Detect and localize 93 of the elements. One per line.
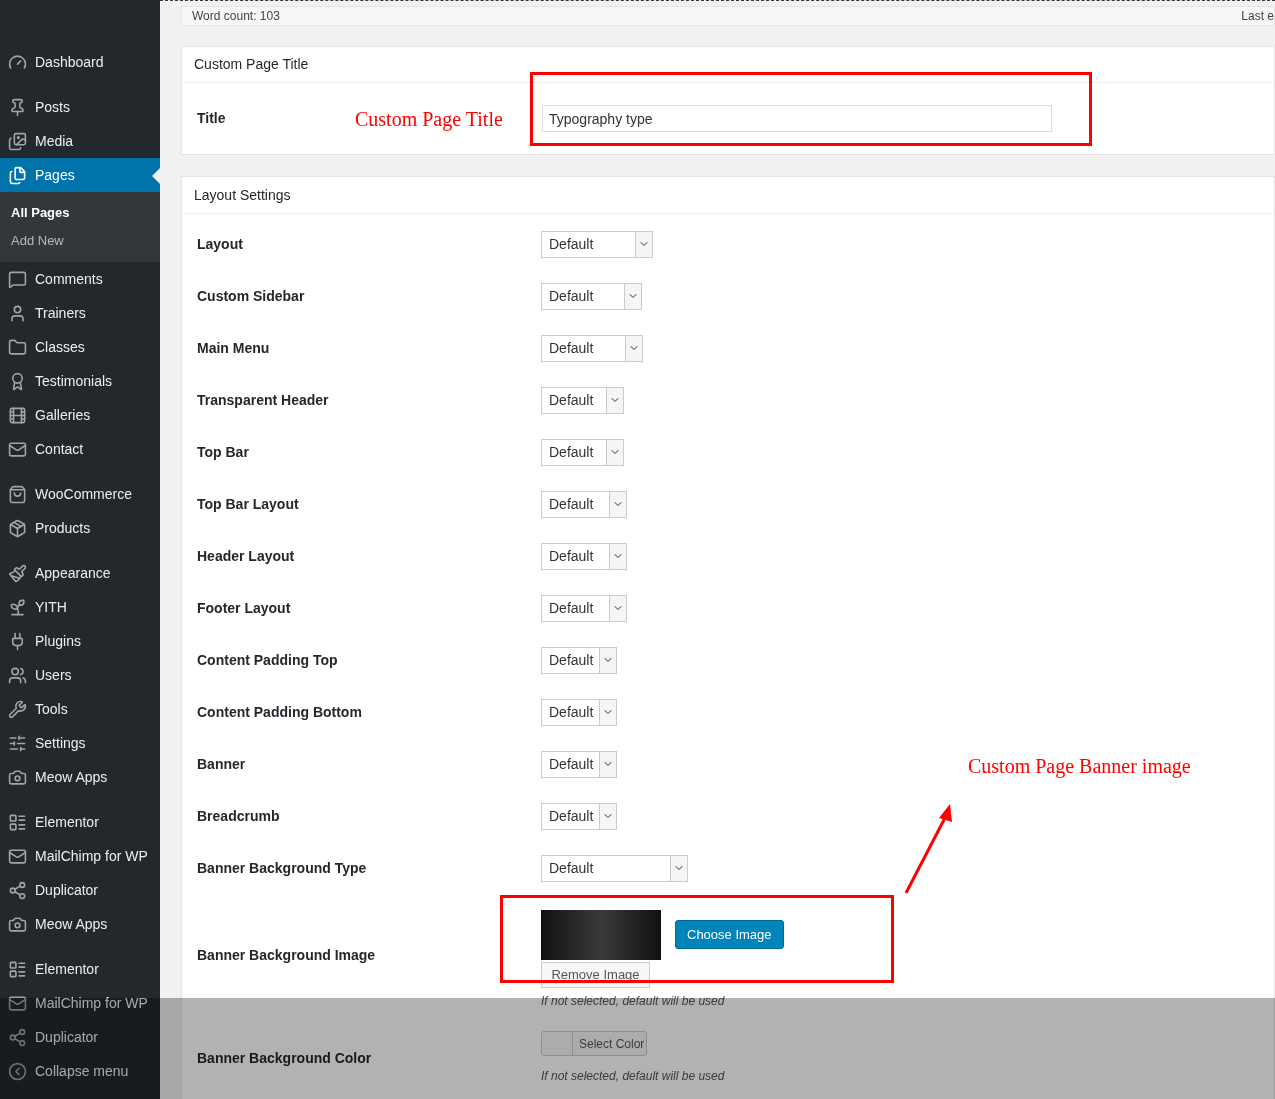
sidebar-item[interactable]: Meow Apps xyxy=(0,760,160,794)
sidebar-item[interactable]: Settings xyxy=(0,726,160,760)
title-input[interactable]: Typography type xyxy=(542,105,1052,132)
select-field[interactable]: Default xyxy=(541,230,653,258)
sidebar-item[interactable]: Classes xyxy=(0,330,160,364)
select-field[interactable]: Default xyxy=(541,490,627,518)
hint-text: If not selected, default will be used xyxy=(541,992,726,1010)
field-label: Banner Background Color xyxy=(196,1048,373,1068)
sidebar-item[interactable]: Pages xyxy=(0,158,160,192)
sidebar-item[interactable]: Comments xyxy=(0,262,160,296)
select-field[interactable]: Default xyxy=(541,542,627,570)
hint-text: If not selected, default will be used xyxy=(541,1068,725,1085)
word-count: Word count: 103 xyxy=(192,8,280,25)
select-field[interactable]: Default xyxy=(541,386,624,414)
share-icon xyxy=(8,880,27,900)
submenu-item[interactable]: All Pages xyxy=(0,199,160,227)
sidebar-item[interactable]: Products xyxy=(0,511,160,545)
mail-icon xyxy=(8,993,27,1013)
metabox-title: Layout Settings xyxy=(182,177,1274,214)
wrench-icon xyxy=(8,699,27,719)
sidebar-item[interactable]: Trainers xyxy=(0,296,160,330)
field-label: Footer Layout xyxy=(196,598,292,618)
field-label: Custom Sidebar xyxy=(196,286,306,306)
sidebar-item[interactable]: Posts xyxy=(0,90,160,124)
media-icon xyxy=(8,131,27,151)
sidebar-item[interactable]: Media xyxy=(0,124,160,158)
annotation-label: Custom Page Banner image xyxy=(968,754,1191,780)
mail-icon xyxy=(8,439,27,459)
pages-icon xyxy=(8,165,27,185)
person-icon xyxy=(8,665,27,685)
sidebar-item[interactable]: Contact xyxy=(0,432,160,466)
select-field[interactable]: Default xyxy=(541,334,643,362)
field-label: Content Padding Bottom xyxy=(196,702,363,722)
sidebar-item[interactable]: Duplicator xyxy=(0,873,160,907)
select-field[interactable]: Default xyxy=(541,854,688,882)
sidebar-item[interactable]: Elementor xyxy=(0,952,160,986)
field-label: Header Layout xyxy=(196,546,296,566)
sidebar-item[interactable]: Dashboard xyxy=(0,45,160,79)
field-label: Transparent Header xyxy=(196,390,330,410)
pointer-icon xyxy=(152,168,160,184)
metabox-title: Custom Page Title xyxy=(182,47,1274,83)
select-field[interactable]: Default xyxy=(541,646,617,674)
person-icon xyxy=(8,303,27,323)
camera-icon xyxy=(8,914,27,934)
select-field[interactable]: Default xyxy=(541,438,624,466)
comment-icon xyxy=(8,269,27,289)
mail-icon xyxy=(8,846,27,866)
sidebar-item[interactable]: WooCommerce xyxy=(0,477,160,511)
field-label: Breadcrumb xyxy=(196,806,281,826)
sidebar-item[interactable]: Appearance xyxy=(0,556,160,590)
select-field[interactable]: Default xyxy=(541,802,617,830)
collapse-icon xyxy=(8,1061,27,1081)
sidebar-item[interactable]: Elementor xyxy=(0,805,160,839)
annotation-label: Custom Page Title xyxy=(355,106,504,133)
sprout-icon xyxy=(8,597,27,617)
folder-icon xyxy=(8,337,27,357)
submenu-item[interactable]: Add New xyxy=(0,227,160,255)
select-color-button[interactable]: Select Color xyxy=(541,1031,647,1056)
field-label: Banner Background Image xyxy=(196,946,377,965)
sidebar-item[interactable]: Tools xyxy=(0,692,160,726)
share-icon xyxy=(8,1027,27,1047)
sidebar-item[interactable]: Duplicator xyxy=(0,1020,160,1054)
film-icon xyxy=(8,405,27,425)
sidebar-item[interactable]: Galleries xyxy=(0,398,160,432)
select-field[interactable]: Default xyxy=(541,594,627,622)
sidebar-item[interactable]: Meow Apps xyxy=(0,907,160,941)
sidebar-item[interactable]: Collapse menu xyxy=(0,1054,160,1088)
shop-icon xyxy=(8,484,27,504)
sidebar-item[interactable]: MailChimp for WP xyxy=(0,986,160,1020)
sidebar-item[interactable]: MailChimp for WP xyxy=(0,839,160,873)
choose-image-button[interactable]: Choose Image xyxy=(675,920,784,949)
select-field[interactable]: Default xyxy=(541,750,617,778)
sidebar-item[interactable]: Testimonials xyxy=(0,364,160,398)
field-label: Content Padding Top xyxy=(196,650,339,670)
select-field[interactable]: Default xyxy=(541,282,642,310)
last-edited: Last e xyxy=(1241,8,1274,25)
sidebar-item[interactable]: Users xyxy=(0,658,160,692)
dashboard-icon xyxy=(8,52,27,72)
select-field[interactable]: Default xyxy=(541,698,617,726)
box-icon xyxy=(8,518,27,538)
sidebar-item[interactable]: Plugins xyxy=(0,624,160,658)
pin-icon xyxy=(8,97,27,117)
field-label: Top Bar xyxy=(196,442,250,462)
field-label: Title xyxy=(196,109,227,128)
camera-icon xyxy=(8,767,27,787)
sidebar-item[interactable]: YITH xyxy=(0,590,160,624)
field-label: Banner Background Type xyxy=(196,858,368,878)
field-label: Banner xyxy=(196,754,247,774)
field-label: Main Menu xyxy=(196,338,271,358)
field-label: Top Bar Layout xyxy=(196,494,300,514)
sliders-icon xyxy=(8,733,27,753)
brush-icon xyxy=(8,563,27,583)
field-label: Layout xyxy=(196,234,244,254)
